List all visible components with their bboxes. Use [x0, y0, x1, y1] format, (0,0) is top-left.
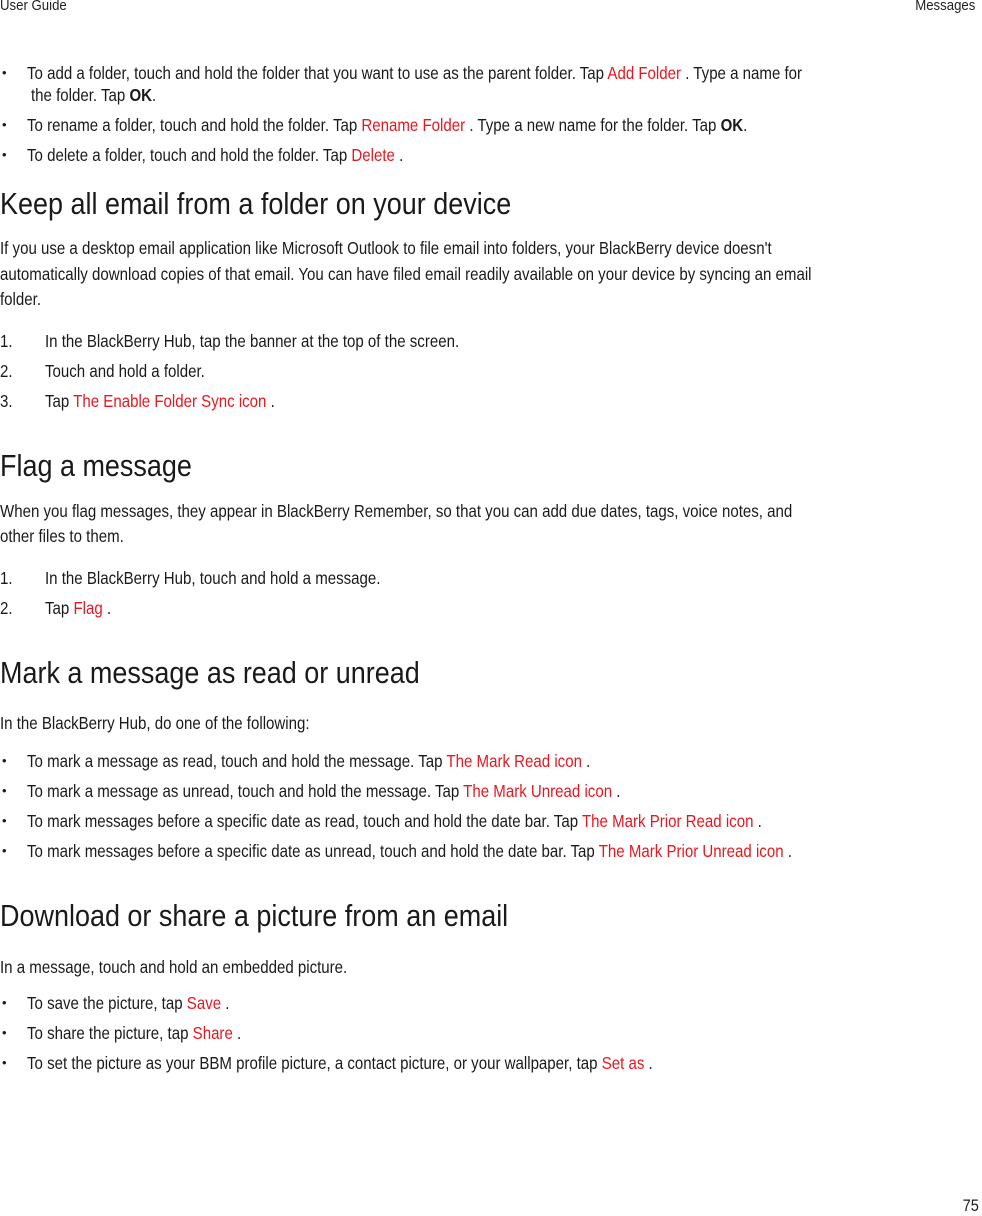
step-text: Touch and hold a folder. [45, 361, 205, 381]
section-heading-keep-email: Keep all email from a folder on your dev… [0, 186, 512, 221]
step-text: In the BlackBerry Hub, touch and hold a … [45, 568, 381, 588]
step-number: 3. [0, 391, 13, 411]
step-number: 1. [0, 331, 13, 351]
paragraph-line: other files to them. [0, 526, 124, 546]
list-item: To save the picture, tap Save . [27, 993, 230, 1013]
delete-link[interactable]: Delete [351, 145, 395, 165]
list-item: To add a folder, touch and hold the fold… [27, 63, 803, 83]
list-item: To mark messages before a specific date … [27, 811, 762, 831]
header-section-title: Messages [914, 0, 975, 14]
list-item: To rename a folder, touch and hold the f… [27, 115, 748, 135]
list-item: To mark a message as read, touch and hol… [27, 751, 591, 771]
list-item: To mark messages before a specific date … [27, 841, 792, 861]
bullet-glyph: • [2, 65, 7, 80]
share-link[interactable]: Share [193, 1023, 233, 1043]
bullet-glyph: • [2, 1055, 7, 1070]
mark-unread-icon-link[interactable]: The Mark Unread icon [463, 781, 612, 801]
mark-prior-read-icon-link[interactable]: The Mark Prior Read icon [582, 811, 753, 831]
step-text: In the BlackBerry Hub, tap the banner at… [45, 331, 460, 351]
list-item: To delete a folder, touch and hold the f… [27, 145, 404, 165]
list-item: To mark a message as unread, touch and h… [27, 781, 621, 801]
mark-read-icon-link[interactable]: The Mark Read icon [446, 751, 582, 771]
add-folder-link[interactable]: Add Folder [607, 63, 681, 83]
section-intro: In the BlackBerry Hub, do one of the fol… [0, 713, 310, 733]
list-item: To set the picture as your BBM profile p… [27, 1053, 653, 1073]
section-heading-download-picture: Download or share a picture from an emai… [0, 898, 509, 933]
mark-prior-unread-icon-link[interactable]: The Mark Prior Unread icon [599, 841, 784, 861]
header-guide-title: User Guide [0, 0, 67, 14]
bullet-glyph: • [2, 813, 7, 828]
list-item-continuation: the folder. Tap OK. [31, 85, 157, 105]
bullet-glyph: • [2, 843, 7, 858]
bullet-glyph: • [2, 995, 7, 1010]
paragraph-line: automatically download copies of that em… [0, 264, 812, 284]
paragraph-line: When you flag messages, they appear in B… [0, 501, 793, 521]
flag-link[interactable]: Flag [73, 598, 102, 618]
paragraph-line: If you use a desktop email application l… [0, 238, 772, 258]
step-number: 2. [0, 361, 13, 381]
step-number: 1. [0, 568, 13, 588]
bullet-glyph: • [2, 783, 7, 798]
set-as-link[interactable]: Set as [602, 1053, 645, 1073]
section-intro: In a message, touch and hold an embedded… [0, 957, 348, 977]
rename-folder-link[interactable]: Rename Folder [361, 115, 465, 135]
page-number: 75 [962, 1196, 979, 1215]
enable-folder-sync-icon-link[interactable]: The Enable Folder Sync icon [73, 391, 266, 411]
section-heading-flag-message: Flag a message [0, 448, 192, 483]
list-item: To share the picture, tap Share . [27, 1023, 242, 1043]
step-text: Tap The Enable Folder Sync icon . [45, 391, 275, 411]
bullet-glyph: • [2, 117, 7, 132]
save-link[interactable]: Save [187, 993, 221, 1013]
bullet-glyph: • [2, 1025, 7, 1040]
step-number: 2. [0, 598, 13, 618]
section-heading-mark-read: Mark a message as read or unread [0, 655, 420, 690]
bullet-glyph: • [2, 147, 7, 162]
bullet-glyph: • [2, 753, 7, 768]
step-text: Tap Flag . [45, 598, 112, 618]
paragraph-line: folder. [0, 289, 42, 309]
